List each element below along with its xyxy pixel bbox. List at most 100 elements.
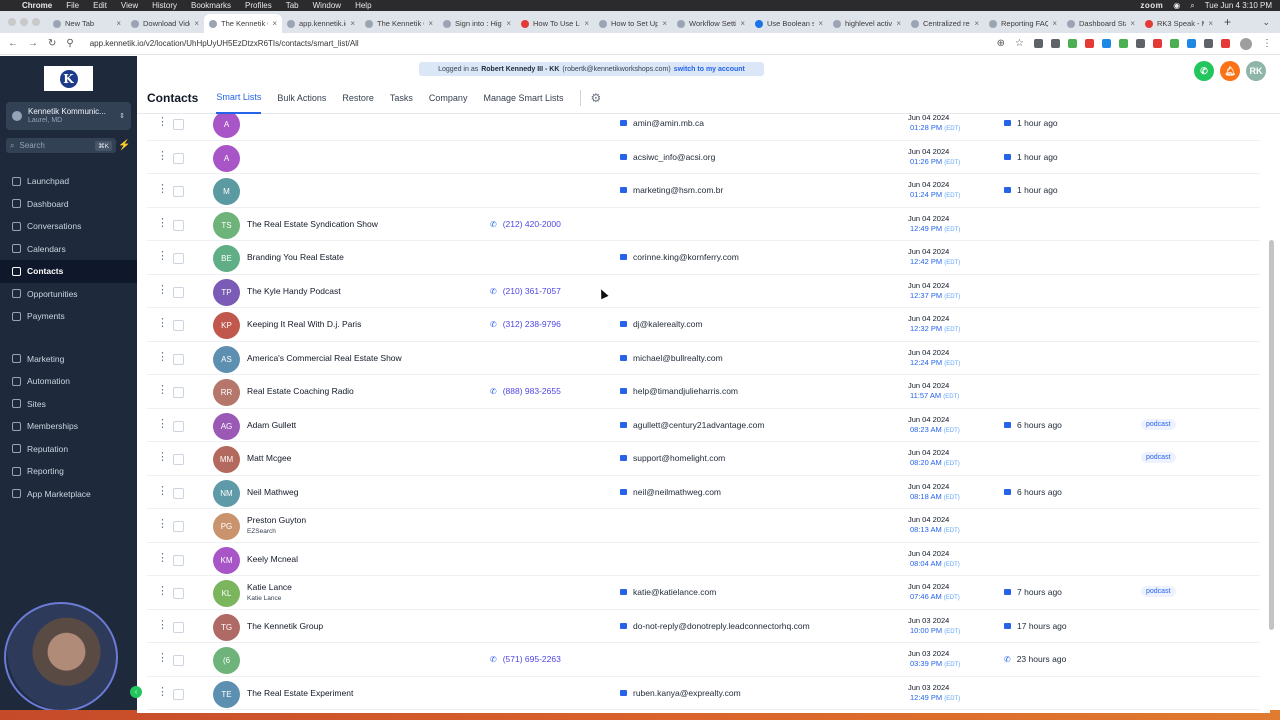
tab-smart-lists[interactable]: Smart Lists (216, 82, 262, 114)
company-logo[interactable]: K (44, 66, 93, 91)
browser-tab[interactable]: The Kennetik C × (360, 14, 438, 33)
sidebar-item-marketing[interactable]: Marketing (0, 348, 137, 371)
menubar-item-tab[interactable]: Tab (286, 1, 299, 10)
zoom-status-label[interactable]: zoom (1140, 1, 1163, 10)
menubar-item-bookmarks[interactable]: Bookmarks (191, 1, 231, 10)
browser-tab[interactable]: How to Set Up × (594, 14, 672, 33)
sidebar-item-opportunities[interactable]: Opportunities (0, 283, 137, 306)
contact-email[interactable]: corinne.king@kornferry.com (620, 252, 739, 262)
browser-tab[interactable]: app.kennetik.io × (282, 14, 360, 33)
contact-name[interactable]: The Kennetik Group (247, 621, 323, 631)
menubar-clock[interactable]: Tue Jun 4 3:10 PM (1205, 1, 1272, 10)
sidebar-item-reputation[interactable]: Reputation (0, 438, 137, 461)
row-checkbox[interactable] (173, 152, 184, 164)
close-tab-icon[interactable]: × (272, 19, 277, 28)
close-tab-icon[interactable]: × (818, 19, 823, 28)
sidebar-item-reporting[interactable]: Reporting (0, 460, 137, 483)
close-window-button[interactable] (8, 18, 16, 26)
sidebar-item-dashboard[interactable]: Dashboard (0, 193, 137, 216)
minimize-window-button[interactable] (20, 18, 28, 26)
table-row[interactable]: ⋮ TP The Kyle Handy Podcast (210) 361-7057 J… (147, 275, 1260, 308)
contact-name[interactable]: Katie Lance (247, 582, 292, 592)
row-menu-icon[interactable]: ⋮ (157, 619, 168, 631)
contact-email[interactable]: michael@bullrealty.com (620, 353, 723, 363)
contact-tag-badge[interactable]: podcast (1141, 418, 1176, 430)
table-row[interactable]: ⋮ KM Keely Mcneal Jun 04 2024 08:04 AM (EDT) (147, 543, 1260, 576)
zoom-icon[interactable]: ⊕ (997, 38, 1005, 49)
profile-avatar[interactable] (1240, 37, 1252, 50)
row-checkbox[interactable] (173, 387, 184, 398)
row-checkbox[interactable] (173, 454, 184, 465)
row-checkbox[interactable] (173, 420, 184, 432)
browser-tab[interactable]: Workflow Settin × (672, 14, 750, 33)
table-row[interactable]: ⋮ TG The Kennetik Group do-not-reply@donotr… (147, 610, 1260, 643)
menubar-item-window[interactable]: Window (313, 1, 341, 10)
row-checkbox[interactable] (173, 588, 184, 599)
contact-name[interactable]: Branding You Real Estate (247, 252, 344, 262)
collapse-sidebar-icon[interactable]: ‹ (130, 686, 142, 698)
row-menu-icon[interactable]: ⋮ (157, 318, 168, 329)
extension-icon[interactable] (1085, 39, 1094, 48)
search-icon[interactable]: ⌕ (1190, 1, 1194, 11)
contact-phone[interactable]: (888) 983-2655 (490, 386, 561, 396)
menubar-item-edit[interactable]: Edit (93, 1, 107, 10)
extension-icon[interactable] (1102, 39, 1111, 48)
extension-icon[interactable] (1221, 39, 1230, 48)
contact-name[interactable]: The Kyle Handy Podcast (247, 286, 341, 296)
extension-icon[interactable] (1051, 39, 1060, 48)
close-tab-icon[interactable]: × (1130, 19, 1135, 28)
close-tab-icon[interactable]: × (1052, 19, 1057, 28)
close-tab-icon[interactable]: × (740, 19, 745, 28)
extension-icon[interactable] (1187, 39, 1196, 48)
menubar-app-name[interactable]: Chrome (22, 1, 52, 10)
browser-tab[interactable]: highlevel activ × (828, 14, 906, 33)
sidebar-item-contacts[interactable]: Contacts (0, 260, 137, 283)
tab-company[interactable]: Company (429, 82, 468, 114)
site-info-icon[interactable]: ⚲ (66, 38, 73, 49)
row-checkbox[interactable] (173, 219, 184, 231)
back-arrow-icon[interactable]: ← (8, 38, 18, 49)
row-menu-icon[interactable]: ⋮ (157, 586, 168, 597)
close-tab-icon[interactable]: × (662, 19, 667, 28)
row-checkbox[interactable] (173, 286, 184, 298)
close-tab-icon[interactable]: × (428, 19, 433, 28)
row-checkbox[interactable] (173, 554, 184, 566)
table-row[interactable]: ⋮ Mmarketing@hsm.com.br Jun 04 2024 01:24 P… (147, 174, 1260, 208)
row-checkbox[interactable] (173, 655, 184, 666)
row-menu-icon[interactable]: ⋮ (157, 552, 168, 564)
table-row[interactable]: ⋮ NM Neil Mathweg neil@neilmathweg.com Jun 0… (147, 476, 1260, 509)
forward-arrow-icon[interactable]: → (28, 38, 38, 49)
contact-phone[interactable]: (210) 361-7057 (490, 286, 561, 296)
contact-phone[interactable]: (312) 238-9796 (490, 319, 561, 329)
close-tab-icon[interactable]: × (974, 19, 979, 28)
contact-name[interactable]: The Real Estate Syndication Show (247, 219, 378, 229)
table-row[interactable]: ⋮ BE Branding You Real Estate corinne.king@… (147, 241, 1260, 275)
table-row[interactable]: ⋮ AS America's Commercial Real Estate Show… (147, 342, 1260, 375)
contact-name[interactable]: Keely Mcneal (247, 554, 298, 564)
table-row[interactable]: ⋮ PG Preston Guyton EZSearch Jun 04 2024 08:1… (147, 509, 1260, 543)
row-checkbox[interactable] (173, 253, 184, 264)
contact-email[interactable]: acsiwc_info@acsi.org (620, 152, 715, 162)
browser-tab[interactable]: RK3 Speak - M × (1140, 14, 1218, 33)
menubar-item-profiles[interactable]: Profiles (245, 1, 272, 10)
close-tab-icon[interactable]: × (194, 19, 199, 28)
row-menu-icon[interactable]: ⋮ (157, 418, 168, 430)
extension-icon[interactable] (1034, 39, 1043, 48)
table-row[interactable]: ⋮ RR Real Estate Coaching Radio (888) 983-2… (147, 375, 1260, 409)
table-row[interactable]: ⋮ TS The Real Estate Syndication Show (212)… (147, 208, 1260, 241)
contact-name[interactable]: Keeping It Real With D.j. Paris (247, 319, 361, 329)
row-menu-icon[interactable]: ⋮ (157, 217, 168, 229)
row-menu-icon[interactable]: ⋮ (157, 653, 168, 664)
row-menu-icon[interactable]: ⋮ (157, 351, 168, 363)
row-checkbox[interactable] (173, 621, 184, 633)
contact-email[interactable]: marketing@hsm.com.br (620, 185, 723, 195)
browser-tab[interactable]: How To Use LC × (516, 14, 594, 33)
sidebar-item-sites[interactable]: Sites (0, 393, 137, 416)
row-checkbox[interactable] (173, 487, 184, 499)
user-avatar[interactable]: RK (1246, 61, 1266, 81)
phone-icon[interactable]: ✆ (1194, 61, 1214, 81)
sidebar-item-launchpad[interactable]: Launchpad (0, 170, 137, 193)
close-tab-icon[interactable]: × (584, 19, 589, 28)
new-tab-button[interactable]: + (1224, 15, 1231, 29)
contact-name[interactable]: Matt Mcgee (247, 453, 291, 463)
